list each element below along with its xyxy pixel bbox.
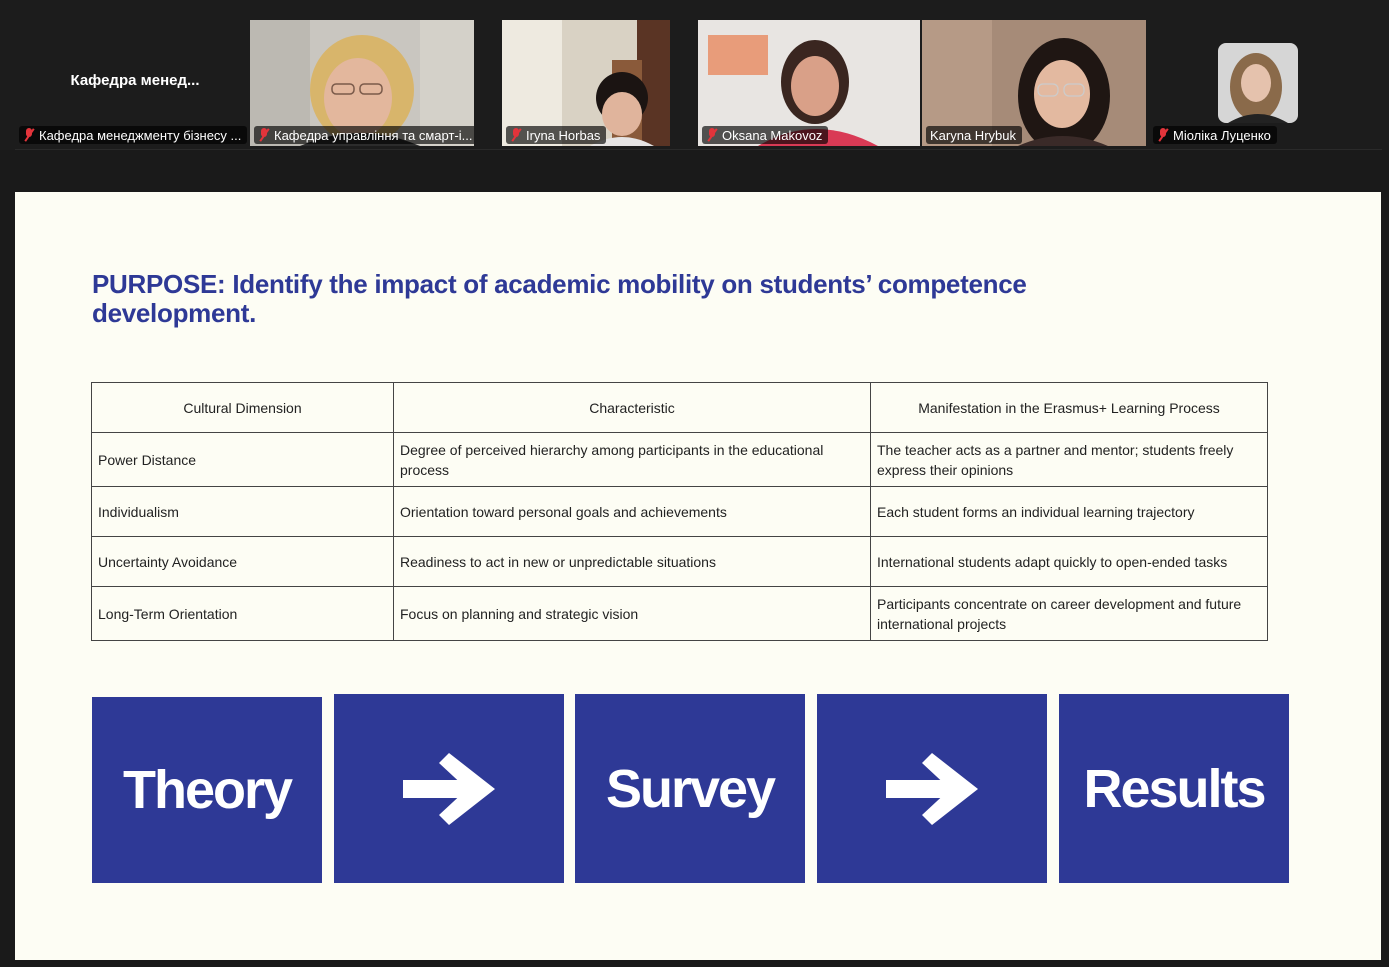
- table-row: Uncertainty Avoidance Readiness to act i…: [91, 536, 1268, 587]
- table-header-row: Cultural Dimension Characteristic Manife…: [91, 382, 1268, 433]
- table-row: Individualism Orientation toward persona…: [91, 486, 1268, 537]
- mic-muted-icon: [258, 128, 270, 142]
- mic-muted-icon: [23, 128, 35, 142]
- mic-muted-icon: [510, 128, 522, 142]
- table-cell: International students adapt quickly to …: [870, 536, 1268, 587]
- participant-tile-oksana-makovoz[interactable]: Oksana Makovoz: [698, 20, 920, 146]
- participant-display-name: Кафедра менед...: [70, 72, 200, 89]
- participant-nametag: Oksana Makovoz: [702, 126, 829, 144]
- table-row: Long-Term Orientation Focus on planning …: [91, 586, 1268, 641]
- table-cell: Degree of perceived hierarchy among part…: [393, 432, 871, 487]
- table-cell: Uncertainty Avoidance: [91, 536, 394, 587]
- participant-name: Iryna Horbas: [526, 127, 601, 143]
- avatar: [1218, 43, 1298, 123]
- table-cell: Readiness to act in new or unpredictable…: [393, 536, 871, 587]
- flow-arrow-box: [334, 694, 564, 883]
- participant-name: Міоліка Луценко: [1173, 127, 1271, 143]
- cultural-dimensions-table: Cultural Dimension Characteristic Manife…: [91, 382, 1268, 641]
- table-cell: The teacher acts as a partner and mentor…: [870, 432, 1268, 487]
- mic-muted-icon: [706, 128, 718, 142]
- table-header-cell: Manifestation in the Erasmus+ Learning P…: [870, 382, 1268, 433]
- participant-name: Кафедра управління та смарт-і...: [274, 127, 473, 143]
- flow-step-survey: Survey: [575, 694, 805, 883]
- table-row: Power Distance Degree of perceived hiera…: [91, 432, 1268, 487]
- participant-strip: Кафедра менед... Кафедра менеджменту біз…: [0, 0, 1389, 150]
- table-cell: Orientation toward personal goals and ac…: [393, 486, 871, 537]
- mic-muted-icon: [1157, 128, 1169, 142]
- participant-tile-iryna-horbas[interactable]: Iryna Horbas: [502, 20, 670, 146]
- share-bottom-edge: [0, 960, 1389, 967]
- table-cell: Individualism: [91, 486, 394, 537]
- arrow-right-icon: [886, 752, 978, 825]
- participant-nametag: Кафедра управління та смарт-і...: [254, 126, 474, 144]
- table-header-cell: Characteristic: [393, 382, 871, 433]
- participant-tile-smart-department[interactable]: Кафедра управління та смарт-і...: [250, 20, 474, 146]
- flow-step-results: Results: [1059, 694, 1289, 883]
- flow-step-theory: Theory: [92, 697, 322, 883]
- participant-nametag: Karyna Hrybuk: [926, 126, 1022, 144]
- participant-name: Кафедра менеджменту бізнесу ...: [39, 127, 242, 143]
- participant-name: Oksana Makovoz: [722, 127, 823, 143]
- participant-tile-department-business[interactable]: Кафедра менед... Кафедра менеджменту біз…: [15, 20, 247, 146]
- table-cell: Power Distance: [91, 432, 394, 487]
- participant-nametag: Кафедра менеджменту бізнесу ...: [19, 126, 247, 144]
- table-cell: Each student forms an individual learnin…: [870, 486, 1268, 537]
- table-cell: Long-Term Orientation: [91, 586, 394, 641]
- table-cell: Focus on planning and strategic vision: [393, 586, 871, 641]
- participant-tile-karyna-hrybuk[interactable]: Karyna Hrybuk: [922, 20, 1146, 146]
- participant-nametag: Iryna Horbas: [506, 126, 607, 144]
- participant-nametag: Міоліка Луценко: [1153, 126, 1277, 144]
- table-cell: Participants concentrate on career devel…: [870, 586, 1268, 641]
- arrow-right-icon: [403, 752, 495, 825]
- participant-name: Karyna Hrybuk: [930, 127, 1016, 143]
- slide-purpose-heading: PURPOSE: Identify the impact of academic…: [92, 269, 1027, 328]
- table-header-cell: Cultural Dimension: [91, 382, 394, 433]
- shared-slide: PURPOSE: Identify the impact of academic…: [15, 192, 1381, 960]
- flow-arrow-box: [817, 694, 1047, 883]
